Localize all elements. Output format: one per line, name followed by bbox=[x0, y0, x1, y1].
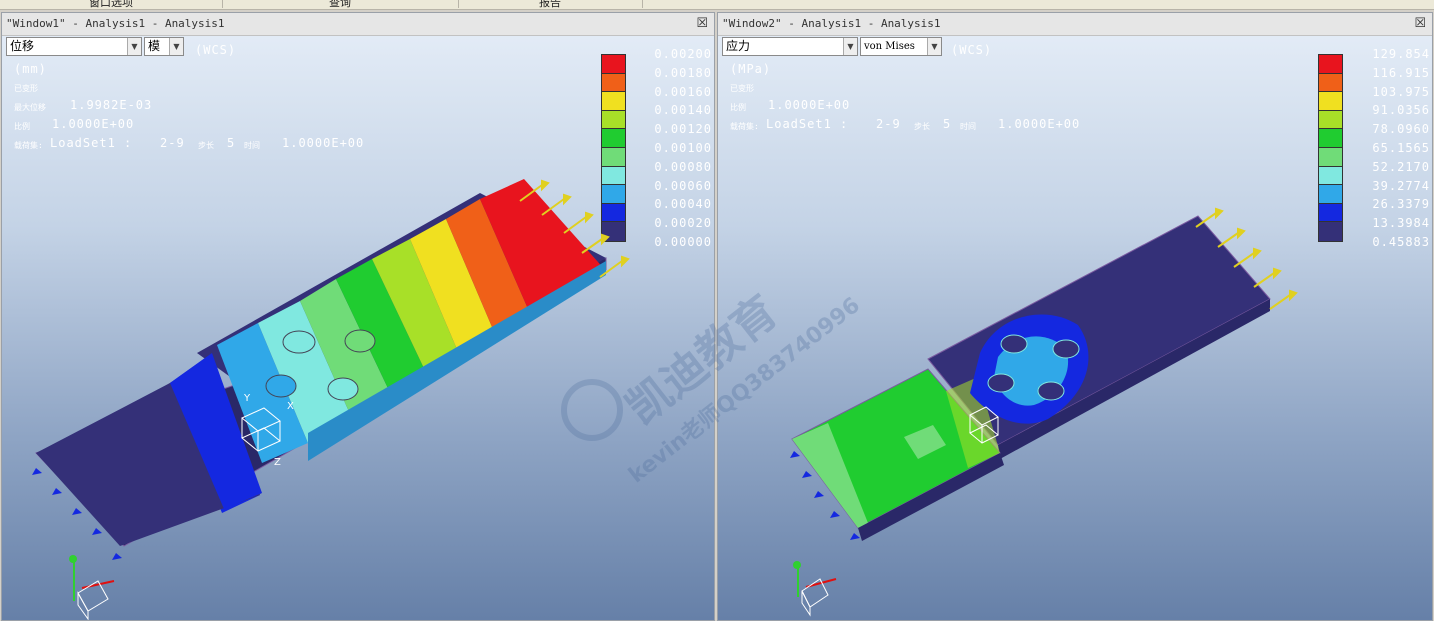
stress-model-view[interactable] bbox=[718, 13, 1432, 620]
global-triad-icon bbox=[793, 561, 837, 617]
menu-tab[interactable]: 报告 bbox=[458, 0, 643, 9]
hole-4 bbox=[1037, 381, 1065, 401]
hole-4 bbox=[327, 377, 359, 401]
menu-tab[interactable]: 查询 bbox=[222, 0, 459, 9]
hole-1 bbox=[1000, 334, 1028, 354]
menu-strip: 窗口选项 查询 报告 bbox=[0, 0, 1434, 10]
svg-text:Y: Y bbox=[243, 393, 251, 404]
menu-tab[interactable]: 窗口选项 bbox=[0, 0, 223, 9]
result-window-2[interactable]: "Window2" - Analysis1 - Analysis1 ☒ 应力 ▼… bbox=[717, 12, 1433, 621]
global-triad-icon bbox=[69, 555, 115, 620]
hole-3 bbox=[987, 373, 1015, 393]
hole-3 bbox=[265, 374, 297, 398]
svg-text:X: X bbox=[287, 401, 294, 412]
hole-2 bbox=[344, 329, 376, 353]
displacement-model-view[interactable]: Y X Z bbox=[2, 13, 714, 620]
hole-1 bbox=[282, 330, 316, 354]
svg-text:Z: Z bbox=[274, 457, 281, 468]
hole-2 bbox=[1052, 339, 1080, 359]
result-window-1[interactable]: "Window1" - Analysis1 - Analysis1 ☒ 位移 ▼… bbox=[1, 12, 715, 621]
